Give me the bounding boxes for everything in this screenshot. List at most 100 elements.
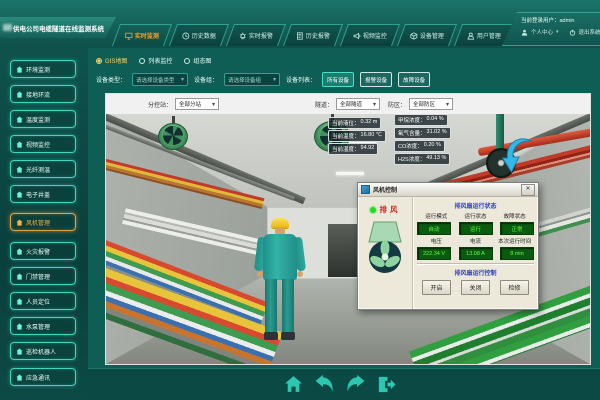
status-value-mode: 自动 bbox=[417, 222, 451, 235]
radio-list-monitor[interactable]: 列表监控 bbox=[139, 56, 172, 65]
hud-liquid-level: 当前液位：0.32 m bbox=[328, 117, 381, 129]
meter-value-voltage: 222.34 V bbox=[417, 247, 451, 260]
hud-oxygen: 氧气含量：31.02 % bbox=[394, 127, 451, 139]
hud-h2s: H2S浓度：49.13 % bbox=[394, 153, 450, 165]
sidebar-item-fiber-temp[interactable]: 光纤测温 bbox=[10, 160, 76, 178]
app-title: 供电公司电缆隧道在线监测系统 bbox=[13, 23, 104, 33]
sidebar-item-inspection-robot[interactable]: 巡检机器人 bbox=[10, 342, 76, 360]
hud-temperature: 当前温度：16.80 ℃ bbox=[328, 130, 386, 142]
house-icon bbox=[16, 166, 23, 173]
zone-select[interactable]: 全部防区 bbox=[409, 98, 453, 110]
sidebar-item-emergency-comm[interactable]: 应急通讯 bbox=[10, 368, 76, 386]
sidebar-item-video[interactable]: 视频监控 bbox=[10, 135, 76, 153]
fault-devices-button[interactable]: 故障设备 bbox=[398, 72, 430, 87]
sidebar-item-fire-alarm[interactable]: 火灾报警 bbox=[10, 242, 76, 260]
undo-arrow-icon[interactable] bbox=[314, 374, 335, 395]
sidebar-item-temperature[interactable]: 温度监测 bbox=[10, 110, 76, 128]
user-area: 当前登录用户：admin 个人中心 ▾ 退出系统 bbox=[502, 12, 600, 46]
person-icon bbox=[521, 29, 528, 36]
sidebar-item-fan-management[interactable]: 风机管理 bbox=[10, 213, 76, 231]
hud-methane: 甲烷浓度：0.04 % bbox=[394, 114, 448, 126]
tab-device-management[interactable]: 设备管理 bbox=[397, 24, 457, 46]
tunnel-select[interactable]: 全部隧道 bbox=[336, 98, 380, 110]
divider bbox=[417, 263, 534, 265]
device-group-label: 设备组： bbox=[194, 75, 218, 84]
meter-value-runtime: 8 min bbox=[500, 247, 534, 260]
user-icon bbox=[467, 32, 475, 40]
current-user-label: 当前登录用户：admin bbox=[521, 16, 598, 24]
alarm-log-icon bbox=[296, 32, 304, 40]
sidebar-item-personnel-location[interactable]: 人员定位 bbox=[10, 292, 76, 310]
fan-control-dialog: 风机控制 排风 bbox=[357, 182, 539, 310]
tab-realtime-monitoring[interactable]: 实时监测 bbox=[112, 24, 172, 46]
tab-realtime-alarm[interactable]: 实时报警 bbox=[226, 24, 286, 46]
ceiling-light bbox=[336, 172, 364, 175]
close-icon[interactable] bbox=[521, 184, 535, 196]
fan-stop-button[interactable]: 关闭 bbox=[461, 280, 490, 295]
house-icon bbox=[16, 248, 23, 255]
meter-label: 本次运行时间 bbox=[495, 237, 534, 245]
sidebar-item-environment[interactable]: 环境监测 bbox=[10, 60, 76, 78]
monitor-icon bbox=[125, 32, 133, 40]
radio-dot bbox=[96, 58, 102, 64]
sidebar-item-water-pump[interactable]: 水泵管理 bbox=[10, 317, 76, 335]
status-label: 故障状态 bbox=[495, 212, 534, 220]
meter-label: 电流 bbox=[456, 237, 495, 245]
status-value-fault: 正常 bbox=[500, 222, 534, 235]
sidebar-item-access-control[interactable]: 门禁管理 bbox=[10, 267, 76, 285]
fan-illustration bbox=[365, 220, 405, 276]
worker-body bbox=[263, 234, 297, 280]
all-devices-button[interactable]: 所有设备 bbox=[322, 72, 354, 87]
alarm-devices-button[interactable]: 报警设备 bbox=[360, 72, 392, 87]
sidebar-item-manhole-cover[interactable]: 电子井盖 bbox=[10, 185, 76, 203]
profile-link[interactable]: 个人中心 bbox=[531, 28, 553, 36]
redo-arrow-icon[interactable] bbox=[345, 374, 366, 395]
speaker-camera-icon bbox=[353, 32, 361, 40]
device-cube-icon bbox=[410, 32, 418, 40]
meter-label: 电压 bbox=[417, 237, 456, 245]
tunnel-label: 隧道： bbox=[315, 100, 333, 109]
power-icon bbox=[569, 29, 576, 36]
view-mode-radios: GIS地图 列表监控 组态图 bbox=[96, 56, 211, 65]
dialog-title-bar[interactable]: 风机控制 bbox=[358, 183, 538, 197]
logout-button[interactable]: 退出系统 bbox=[579, 28, 600, 36]
house-icon bbox=[16, 298, 23, 305]
tab-video-monitoring[interactable]: 视频监控 bbox=[340, 24, 400, 46]
fan-blades bbox=[163, 126, 182, 146]
tab-history-data[interactable]: 历史数据 bbox=[169, 24, 229, 46]
house-icon bbox=[16, 348, 23, 355]
dialog-device-pane: 排风 bbox=[358, 197, 413, 309]
device-group-dropdown[interactable]: 请选择设备组 bbox=[224, 73, 280, 86]
app-window: 供电公司电缆隧道在线监测系统 实时监测 历史数据 实时报警 历史报警 视频监控 … bbox=[0, 0, 600, 400]
house-icon bbox=[16, 374, 23, 381]
house-icon bbox=[16, 273, 23, 280]
chevron-down-icon: ▾ bbox=[556, 29, 559, 35]
device-filter-row: 设备类型： 请选择设备类型 设备组： 请选择设备组 设备列表： 所有设备 报警设… bbox=[96, 72, 430, 87]
meter-value-current: 13.08 A bbox=[459, 247, 493, 260]
status-label: 运行模式 bbox=[417, 212, 456, 220]
worker-boot bbox=[281, 332, 295, 340]
radio-scada-view[interactable]: 组态图 bbox=[184, 56, 211, 65]
house-icon bbox=[16, 219, 23, 226]
device-type-dropdown[interactable]: 请选择设备类型 bbox=[132, 73, 188, 86]
top-bar: 供电公司电缆隧道在线监测系统 实时监测 历史数据 实时报警 历史报警 视频监控 … bbox=[0, 0, 600, 49]
sidebar-item-ground-current[interactable]: 接地环流 bbox=[10, 85, 76, 103]
zone-label: 防区： bbox=[388, 100, 406, 109]
fan-start-button[interactable]: 开启 bbox=[422, 280, 451, 295]
station-select[interactable]: 全部分站 bbox=[175, 98, 219, 110]
navigate-arrow-icon[interactable] bbox=[502, 134, 534, 174]
tab-history-alarm[interactable]: 历史报警 bbox=[283, 24, 343, 46]
app-title-banner: 供电公司电缆隧道在线监测系统 bbox=[0, 17, 116, 38]
tunnel-fan-left bbox=[158, 116, 188, 150]
bottom-bar bbox=[88, 368, 600, 400]
worker-boot bbox=[264, 332, 278, 340]
exit-icon[interactable] bbox=[376, 374, 397, 395]
dialog-icon bbox=[361, 185, 370, 194]
radio-dot bbox=[184, 58, 190, 64]
home-icon[interactable] bbox=[283, 374, 304, 395]
status-indicator-green bbox=[370, 207, 376, 213]
fan-maintenance-button[interactable]: 检修 bbox=[500, 280, 529, 295]
tunnel-worker-figure bbox=[248, 218, 312, 364]
radio-gis-map[interactable]: GIS地图 bbox=[96, 56, 127, 65]
house-icon bbox=[16, 91, 23, 98]
